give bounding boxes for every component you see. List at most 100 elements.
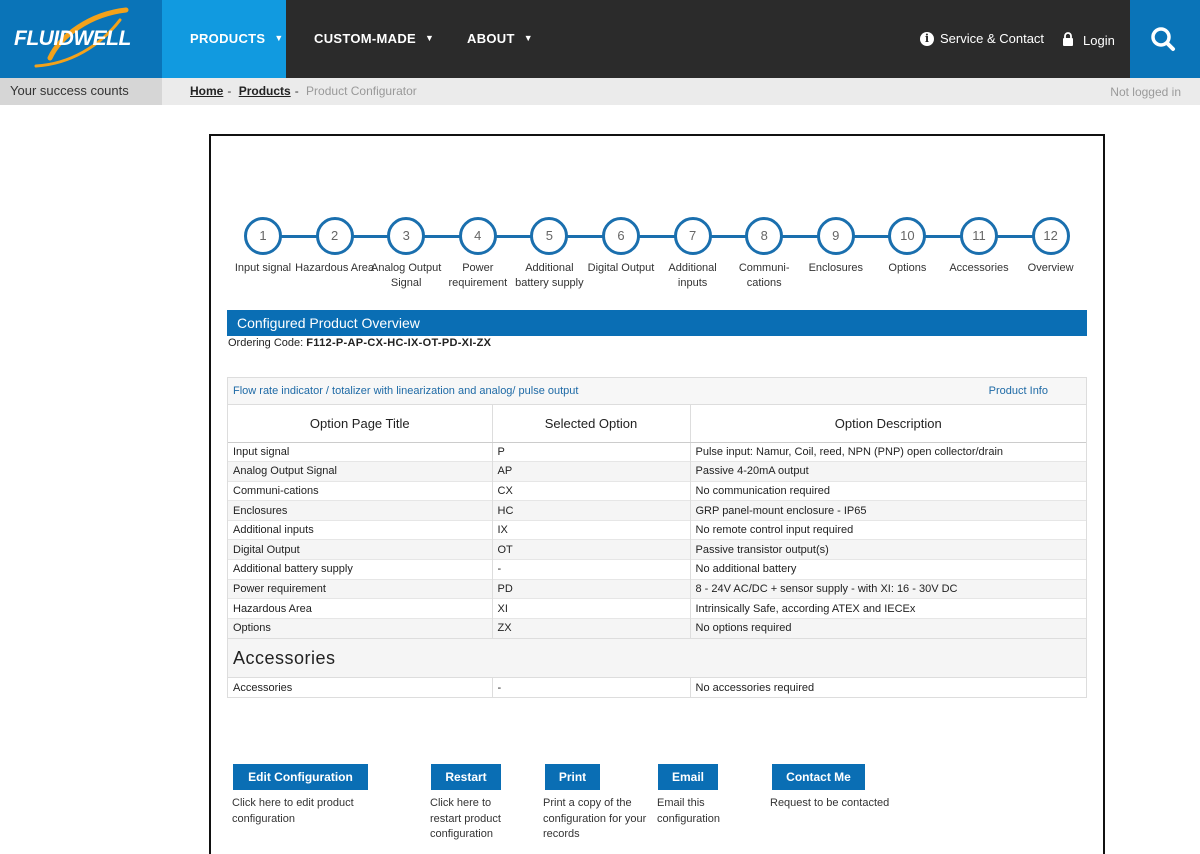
- table-cell: -: [492, 676, 691, 698]
- login-link[interactable]: Login: [1062, 31, 1115, 48]
- table-cell: Input signal: [228, 441, 493, 462]
- step-3[interactable]: 3 Analog Output Signal: [366, 217, 446, 291]
- login-label: Login: [1083, 33, 1115, 48]
- step-7[interactable]: 7 Additional inputs: [653, 217, 733, 291]
- caret-down-icon: ▼: [274, 33, 284, 43]
- search-icon: [1151, 27, 1175, 51]
- table-row: Additional battery supply - No additional …: [228, 559, 1086, 580]
- table-row: Digital Output OT Passive transistor outpu…: [228, 539, 1086, 560]
- contact-me-button[interactable]: Contact Me: [772, 764, 865, 790]
- table-row: Input signal P Pulse input: Namur, Coil, r…: [228, 441, 1086, 462]
- table-cell: P: [492, 441, 691, 462]
- restart-desc: Click here to restart product configurat…: [430, 797, 501, 840]
- step-8[interactable]: 8 Communi-cations: [724, 217, 804, 291]
- nav-about[interactable]: ABOUT ▼: [467, 31, 533, 46]
- tagline-box: Your success counts: [0, 78, 162, 105]
- step-number: 8: [745, 217, 784, 255]
- ordering-code-value: F112-P-AP-CX-HC-IX-OT-PD-XI-ZX: [306, 337, 492, 349]
- table-cell: Additional inputs: [228, 519, 493, 540]
- nav-products-label: PRODUCTS: [190, 31, 266, 46]
- table-cell: -: [492, 559, 691, 580]
- step-4[interactable]: 4 Power requirement: [438, 217, 518, 291]
- step-1[interactable]: 1 Input signal: [223, 217, 303, 276]
- restart-button[interactable]: Restart: [431, 764, 501, 790]
- login-status: Not logged in: [1110, 85, 1181, 99]
- step-label: Power requirement: [448, 262, 508, 289]
- contact-me-desc: Request to be contacted: [770, 797, 890, 809]
- search-button[interactable]: [1130, 0, 1200, 78]
- table-row: Communi-cations CX No communication requir…: [228, 480, 1086, 501]
- email-desc: Email this configuration: [657, 797, 720, 825]
- lock-icon: [1063, 32, 1073, 46]
- logo[interactable]: FLUIDWELL: [0, 0, 162, 78]
- nav-products[interactable]: PRODUCTS ▼: [190, 31, 284, 46]
- step-6[interactable]: 6 Digital Output: [581, 217, 661, 276]
- print-desc: Print a copy of the configuration for yo…: [543, 797, 647, 840]
- configurator-panel: 1 Input signal 2 Hazardous Area 3 Analog Outp…: [209, 134, 1105, 854]
- breadcrumb: Home - Products - Product Configurator: [190, 84, 417, 98]
- breadcrumb-current: Product Configurator: [306, 84, 417, 98]
- table-cell: Power requirement: [228, 578, 493, 599]
- step-2[interactable]: 2 Hazardous Area: [295, 217, 375, 276]
- table-cell: Communi-cations: [228, 480, 493, 501]
- caret-down-icon: ▼: [523, 33, 533, 43]
- step-number: 4: [458, 217, 497, 255]
- breadcrumb-home[interactable]: Home: [190, 84, 223, 98]
- step-label: Analog Output Signal: [371, 262, 442, 289]
- step-12[interactable]: 12 Overview: [1011, 217, 1091, 276]
- table-cell: CX: [492, 480, 691, 501]
- options-table: Option Page Title Selected Option Option…: [228, 405, 1086, 638]
- service-contact-link[interactable]: i Service & Contact: [920, 31, 1044, 47]
- table-row: Power requirement PD 8 - 24V AC/DC + senso…: [228, 578, 1086, 599]
- column-header: Option Description: [690, 405, 1086, 443]
- edit-configuration-button[interactable]: Edit Configuration: [233, 764, 368, 790]
- ordering-code-label: Ordering Code:: [228, 337, 304, 349]
- table-cell: Passive transistor output(s): [690, 539, 1086, 560]
- table-row: Hazardous Area XI Intrinsically Safe, acco…: [228, 598, 1086, 619]
- step-progress: 1 Input signal 2 Hazardous Area 3 Analog Outp…: [211, 136, 1103, 306]
- table-cell: No accessories required: [690, 676, 1086, 698]
- step-label: Accessories: [949, 262, 1009, 274]
- step-number: 11: [960, 217, 998, 255]
- accessories-heading: Accessories: [228, 637, 1086, 677]
- table-cell: ZX: [492, 617, 691, 638]
- table-row: Accessories - No accessories required: [228, 676, 1086, 698]
- print-button[interactable]: Print: [545, 764, 600, 790]
- column-header: Selected Option: [492, 405, 691, 443]
- step-11[interactable]: 11 Accessories: [939, 217, 1019, 276]
- table-cell: XI: [492, 598, 691, 619]
- table-cell: Accessories: [228, 676, 493, 698]
- table-cell: No additional battery: [690, 559, 1086, 580]
- table-cell: AP: [492, 461, 691, 482]
- step-label: Input signal: [234, 262, 292, 274]
- product-name-link[interactable]: Flow rate indicator / totalizer with lin…: [233, 385, 578, 397]
- step-number: 2: [315, 217, 354, 255]
- nav-custom-made[interactable]: CUSTOM-MADE ▼: [314, 31, 434, 46]
- edit-configuration-desc: Click here to edit product configuration: [232, 797, 354, 825]
- table-cell: 8 - 24V AC/DC + sensor supply - with XI:…: [690, 578, 1086, 599]
- nav-custom-made-label: CUSTOM-MADE: [314, 31, 416, 46]
- nav-about-label: ABOUT: [467, 31, 515, 46]
- step-number: 6: [602, 217, 640, 255]
- email-button[interactable]: Email: [658, 764, 718, 790]
- step-9[interactable]: 9 Enclosures: [796, 217, 876, 276]
- table-row: Enclosures HC GRP panel-mount enclosure - …: [228, 500, 1086, 521]
- table-cell: IX: [492, 519, 691, 540]
- step-label: Additional battery supply: [515, 262, 584, 289]
- breadcrumb-products[interactable]: Products: [239, 84, 291, 98]
- step-label: Communi-cations: [738, 262, 790, 289]
- step-number: 12: [1031, 217, 1070, 255]
- table-cell: Digital Output: [228, 539, 493, 560]
- breadcrumb-separator: -: [227, 84, 232, 98]
- step-5[interactable]: 5 Additional battery supply: [509, 217, 589, 291]
- accessories-table: Accessories - No accessories required: [228, 676, 1086, 698]
- tagline: Your success counts: [10, 83, 129, 98]
- step-10[interactable]: 10 Options: [867, 217, 947, 276]
- product-info-link[interactable]: Product Info: [989, 385, 1048, 397]
- table-row: Options ZX No options required: [228, 617, 1086, 638]
- configuration-table: Flow rate indicator / totalizer with lin…: [227, 377, 1087, 699]
- table-cell: HC: [492, 500, 691, 521]
- ordering-code: Ordering Code: F112-P-AP-CX-HC-IX-OT-PD-…: [228, 337, 491, 349]
- table-cell: Enclosures: [228, 500, 493, 521]
- table-cell: Passive 4-20mA output: [690, 461, 1086, 482]
